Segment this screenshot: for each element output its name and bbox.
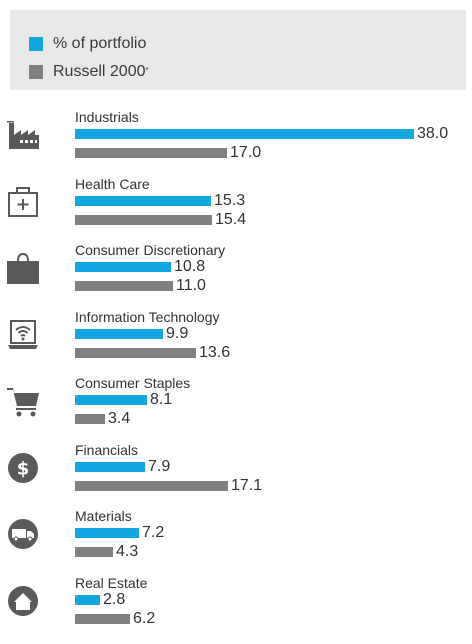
portfolio-bar [75,528,139,538]
category-label: Information Technology [75,309,220,325]
legend-swatch-portfolio [29,37,43,51]
sector-row: Health Care 15.3 15.4 [0,176,472,245]
sector-row: Materials 7.2 4.3 [0,508,472,577]
russell-value-label: 17.0 [230,144,262,161]
portfolio-bar [75,129,414,139]
russell-value-label: 4.3 [116,543,139,560]
portfolio-value-label: 8.1 [150,391,173,408]
russell-value-label: 17.1 [231,477,263,494]
portfolio-bar [75,196,211,206]
legend-label-portfolio: % of portfolio [53,35,147,52]
portfolio-value-label: 10.8 [174,258,206,275]
portfolio-value-label: 9.9 [166,325,189,342]
russell-bar [75,547,113,557]
sector-row: Real Estate 2.8 6.2 [0,575,472,644]
legend-label-russell: Russell 2000 [53,63,146,80]
russell-bar [75,215,212,225]
portfolio-value-label: 38.0 [417,125,449,142]
legend-item-portfolio: % of portfolio [29,33,146,55]
russell-value-label: 15.4 [215,211,247,228]
portfolio-value-label: 2.8 [103,591,126,608]
legend-item-russell: Russell 2000 * [29,61,149,83]
russell-bar [75,614,130,624]
category-label: Health Care [75,176,150,192]
russell-bar [75,414,105,424]
russell-bar [75,348,196,358]
legend: % of portfolio Russell 2000 * [10,10,466,90]
sector-row: Consumer Discretionary 10.8 11.0 [0,242,472,311]
sector-row: Information Technology 9.9 13.6 [0,309,472,378]
portfolio-bar [75,595,100,605]
portfolio-bar [75,395,147,405]
laptop-wifi-icon [7,319,39,351]
first-aid-kit-icon [7,186,39,218]
russell-value-label: 13.6 [199,344,231,361]
sector-row: Industrials 38.0 17.0 [0,109,472,178]
svg-text:$: $ [17,459,30,480]
portfolio-bar [75,329,163,339]
category-label: Consumer Discretionary [75,242,226,258]
sector-row: $ Financials 7.9 17.1 [0,442,472,511]
legend-swatch-russell [29,65,43,79]
shopping-cart-icon [7,385,39,417]
category-label: Industrials [75,109,139,125]
portfolio-bar [75,262,171,272]
portfolio-bar [75,462,145,472]
category-label: Materials [75,508,132,524]
russell-value-label: 6.2 [133,610,156,627]
shopping-bag-icon [7,252,39,284]
russell-value-label: 11.0 [176,277,206,294]
house-icon [7,585,39,617]
russell-bar [75,148,227,158]
russell-bar [75,481,228,491]
category-label: Consumer Staples [75,375,191,391]
category-label: Financials [75,442,139,458]
category-label: Real Estate [75,575,148,591]
delivery-truck-icon [7,518,39,550]
portfolio-value-label: 7.2 [142,524,165,541]
russell-bar [75,281,173,291]
russell-value-label: 3.4 [108,410,131,427]
portfolio-value-label: 7.9 [148,458,171,475]
dollar-coin-icon: $ [7,452,39,484]
portfolio-value-label: 15.3 [214,192,246,209]
sector-row: Consumer Staples 8.1 3.4 [0,375,472,444]
factory-icon [7,119,39,151]
legend-footnote-mark: * [145,65,149,75]
